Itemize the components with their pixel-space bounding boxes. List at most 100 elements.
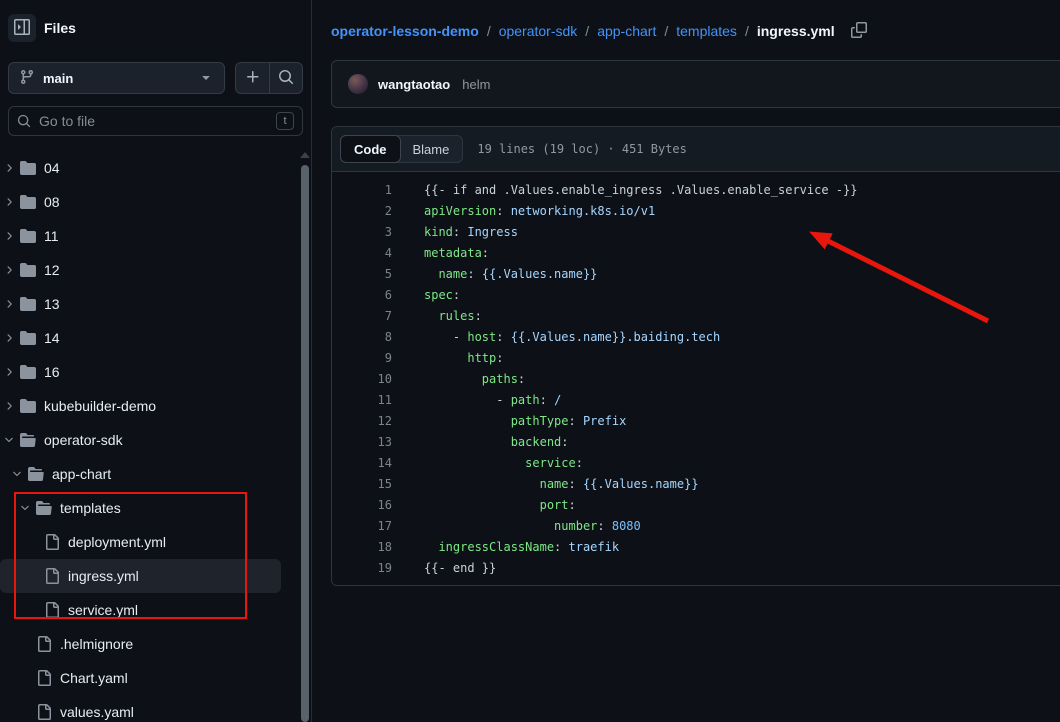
tree-item-11[interactable]: 11 xyxy=(0,219,281,253)
tree-item-16[interactable]: 16 xyxy=(0,355,281,389)
tree-item-04[interactable]: 04 xyxy=(0,151,281,185)
line-content: ingressClassName: traefik xyxy=(392,537,619,558)
line-number[interactable]: 10 xyxy=(332,369,392,390)
commit-author[interactable]: wangtaotao xyxy=(378,77,450,92)
latest-commit-bar: wangtaotao helm xyxy=(331,60,1060,108)
tree-item-helmignore[interactable]: .helmignore xyxy=(0,627,281,661)
chevron-right-icon xyxy=(2,195,16,209)
line-number[interactable]: 19 xyxy=(332,558,392,579)
chevron-right-icon xyxy=(2,229,16,243)
sidebar-scrollbar xyxy=(300,150,310,722)
breadcrumb-dir-link[interactable]: operator-sdk xyxy=(499,23,578,39)
line-number[interactable]: 1 xyxy=(332,180,392,201)
add-file-button[interactable] xyxy=(236,63,269,93)
line-number[interactable]: 16 xyxy=(332,495,392,516)
branch-name: main xyxy=(43,71,190,86)
tree-item-chart-yaml[interactable]: Chart.yaml xyxy=(0,661,281,695)
code-line: 7 rules: xyxy=(332,306,1060,327)
branch-selector-button[interactable]: main xyxy=(8,62,225,94)
breadcrumb-dir-link[interactable]: templates xyxy=(676,23,737,39)
sidebar-title: Files xyxy=(44,20,76,36)
folder-open-icon xyxy=(28,466,44,482)
line-content: kind: Ingress xyxy=(392,222,518,243)
tree-item-13[interactable]: 13 xyxy=(0,287,281,321)
line-number[interactable]: 14 xyxy=(332,453,392,474)
search-code-button[interactable] xyxy=(269,63,302,93)
code-line: 12 pathType: Prefix xyxy=(332,411,1060,432)
tree-item-label: operator-sdk xyxy=(44,432,123,448)
line-number[interactable]: 9 xyxy=(332,348,392,369)
file-icon xyxy=(44,568,60,584)
tree-item-label: 12 xyxy=(44,262,60,278)
tab-blame[interactable]: Blame xyxy=(400,136,463,162)
folder-icon xyxy=(20,330,36,346)
scrollbar-thumb[interactable] xyxy=(301,165,309,722)
breadcrumb-dir-link[interactable]: app-chart xyxy=(597,23,656,39)
line-content: service: xyxy=(392,453,583,474)
go-to-file-input[interactable] xyxy=(39,113,268,129)
line-number[interactable]: 18 xyxy=(332,537,392,558)
avatar[interactable] xyxy=(348,74,368,94)
breadcrumb-separator: / xyxy=(745,23,749,39)
tree-item-label: .helmignore xyxy=(60,636,133,652)
line-number[interactable]: 12 xyxy=(332,411,392,432)
line-number[interactable]: 3 xyxy=(332,222,392,243)
code-line: 19{{- end }} xyxy=(332,558,1060,579)
file-icon xyxy=(36,670,52,686)
line-number[interactable]: 8 xyxy=(332,327,392,348)
line-number[interactable]: 11 xyxy=(332,390,392,411)
copy-path-button[interactable] xyxy=(851,22,867,41)
code-line: 10 paths: xyxy=(332,369,1060,390)
line-number[interactable]: 7 xyxy=(332,306,392,327)
file-tree: 040811 12 131416kubebuilder-demo operator-s… xyxy=(0,151,311,722)
tree-item-ingress-yml[interactable]: ingress.yml xyxy=(0,559,281,593)
line-number[interactable]: 5 xyxy=(332,264,392,285)
file-icon xyxy=(36,636,52,652)
line-number[interactable]: 13 xyxy=(332,432,392,453)
tree-item-08[interactable]: 08 xyxy=(0,185,281,219)
tree-item-app-chart[interactable]: app-chart xyxy=(0,457,281,491)
line-number[interactable]: 6 xyxy=(332,285,392,306)
code-line: 6spec: xyxy=(332,285,1060,306)
chevron-down-icon xyxy=(10,467,24,481)
tree-item-12[interactable]: 12 xyxy=(0,253,281,287)
file-icon xyxy=(44,602,60,618)
line-number[interactable]: 2 xyxy=(332,201,392,222)
code-view: 1{{- if and .Values.enable_ingress .Valu… xyxy=(332,172,1060,585)
folder-open-icon xyxy=(36,500,52,516)
tree-item-templates[interactable]: templates xyxy=(0,491,281,525)
breadcrumb-separator: / xyxy=(487,23,491,39)
caret-down-icon xyxy=(198,69,214,88)
line-number[interactable]: 15 xyxy=(332,474,392,495)
tree-item-label: deployment.yml xyxy=(68,534,166,550)
line-content: port: xyxy=(392,495,576,516)
tree-item-service-yml[interactable]: service.yml xyxy=(0,593,281,627)
chevron-right-icon xyxy=(2,297,16,311)
chevron-right-icon xyxy=(2,399,16,413)
line-number[interactable]: 17 xyxy=(332,516,392,537)
code-line: 3kind: Ingress xyxy=(332,222,1060,243)
breadcrumb-separator: / xyxy=(664,23,668,39)
code-line: 13 backend: xyxy=(332,432,1060,453)
chevron-spacer xyxy=(18,637,32,651)
commit-message[interactable]: helm xyxy=(462,77,490,92)
go-to-file-box: t xyxy=(8,106,303,136)
tree-item-operator-sdk[interactable]: operator-sdk xyxy=(0,423,281,457)
search-icon xyxy=(278,69,294,88)
folder-icon xyxy=(20,160,36,176)
chevron-right-icon xyxy=(2,161,16,175)
scrollbar-up-arrow[interactable] xyxy=(300,152,310,158)
tree-item-deployment-yml[interactable]: deployment.yml xyxy=(0,525,281,559)
folder-icon xyxy=(20,262,36,278)
line-number[interactable]: 4 xyxy=(332,243,392,264)
collapse-sidebar-button[interactable] xyxy=(8,14,36,42)
line-content: number: 8080 xyxy=(392,516,641,537)
line-content: spec: xyxy=(392,285,460,306)
tab-code[interactable]: Code xyxy=(340,135,401,163)
breadcrumb-repo-link[interactable]: operator-lesson-demo xyxy=(331,23,479,39)
tree-item-values-yaml[interactable]: values.yaml xyxy=(0,695,281,722)
tree-item-kubebuilder-demo[interactable]: kubebuilder-demo xyxy=(0,389,281,423)
chevron-spacer xyxy=(18,671,32,685)
tree-item-14[interactable]: 14 xyxy=(0,321,281,355)
line-content: http: xyxy=(392,348,504,369)
